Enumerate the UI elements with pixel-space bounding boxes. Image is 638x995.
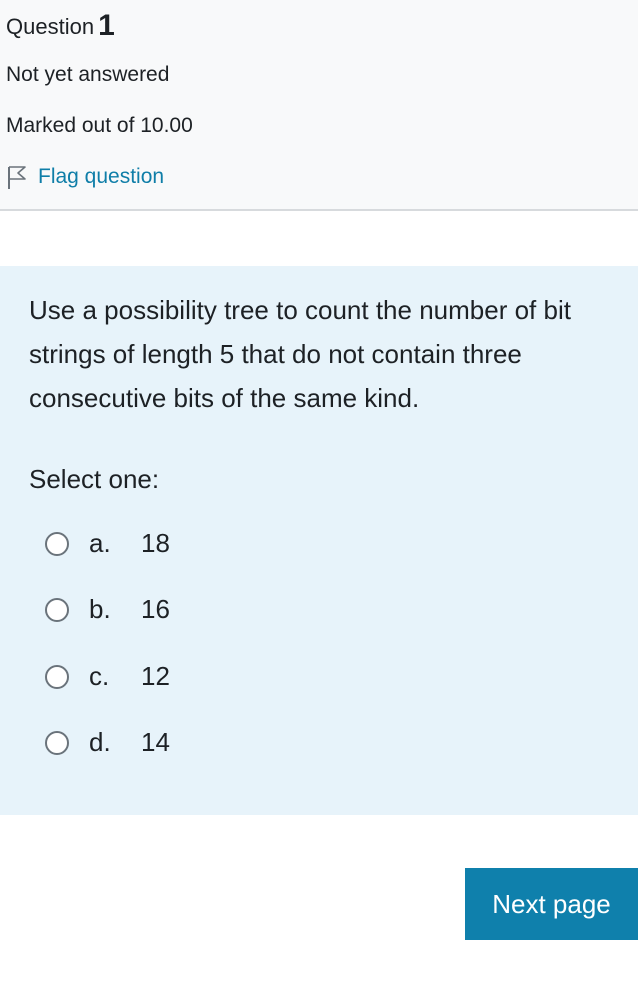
question-text: Use a possibility tree to count the numb… (29, 295, 571, 413)
answer-option-c[interactable]: c. 12 (45, 661, 170, 692)
next-page-button[interactable]: Next page (465, 868, 638, 940)
question-info-panel: Question 1 Not yet answered Marked out of… (0, 0, 638, 211)
radio-button[interactable] (45, 531, 69, 556)
question-state: Not yet answered (6, 63, 170, 86)
answer-text: 18 (141, 528, 170, 558)
radio-button[interactable] (45, 597, 69, 622)
answer-letter: b. (89, 594, 111, 624)
answer-option-a[interactable]: a. 18 (45, 528, 170, 559)
question-label: Question (6, 14, 95, 39)
question-grade: Marked out of 10.00 (6, 114, 193, 137)
answer-text: 14 (141, 727, 170, 757)
answer-option-b[interactable]: b. 16 (45, 594, 170, 625)
answer-prompt: Select one: (29, 464, 160, 494)
flag-question-link[interactable]: Flag question (6, 164, 164, 190)
radio-button[interactable] (45, 664, 69, 689)
flag-question-label: Flag question (38, 165, 165, 188)
answer-text: 16 (141, 594, 170, 624)
answer-letter: c. (89, 661, 110, 691)
radio-button[interactable] (45, 730, 69, 755)
answer-option-d[interactable]: d. 14 (45, 727, 170, 758)
answer-letter: a. (89, 528, 111, 558)
flag-icon (8, 166, 26, 189)
answer-text: 12 (141, 661, 170, 691)
question-formulation: Use a possibility tree to count the numb… (0, 266, 638, 815)
question-title: Question 1 (6, 8, 115, 42)
question-number: 1 (98, 9, 115, 42)
answer-letter: d. (89, 727, 111, 757)
